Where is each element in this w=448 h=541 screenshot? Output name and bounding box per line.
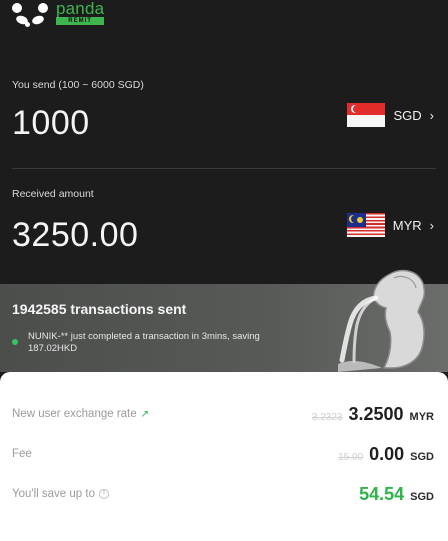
panda-icon bbox=[10, 2, 50, 30]
merlion-icon bbox=[338, 269, 426, 372]
quote-card: New user exchange rate ↗ 3.2323 3.2500 M… bbox=[0, 372, 448, 541]
status-dot-icon bbox=[12, 339, 18, 345]
savings-value: 54.54 bbox=[359, 483, 405, 504]
send-currency-selector[interactable]: SGD › bbox=[347, 103, 434, 127]
exchange-rate-row: New user exchange rate ↗ 3.2323 3.2500 M… bbox=[12, 400, 434, 428]
receive-currency-code: MYR bbox=[392, 217, 422, 233]
savings-label: You'll save up to bbox=[12, 488, 95, 500]
savings-row: You'll save up to ! 54.54 SGD bbox=[12, 480, 434, 508]
malaysia-flag-icon bbox=[346, 213, 385, 237]
transactions-count: 1942585 transactions sent bbox=[12, 301, 187, 317]
exchange-rate-label: New user exchange rate bbox=[12, 408, 137, 420]
chevron-right-icon: › bbox=[429, 217, 434, 233]
old-fee: 15.00 bbox=[338, 451, 364, 463]
receive-amount[interactable]: 3250.00 bbox=[12, 216, 138, 255]
transactions-banner: 1942585 transactions sent NUNIK-** just … bbox=[0, 269, 448, 372]
fee-label: Fee bbox=[12, 448, 32, 460]
exchange-rate-value: 3.2500 bbox=[348, 403, 404, 424]
old-exchange-rate: 3.2323 bbox=[311, 411, 343, 423]
fee-value: 0.00 bbox=[369, 443, 405, 464]
recent-activity-text: NUNIK-** just completed a transaction in… bbox=[28, 331, 260, 354]
send-label: You send (100 ~ 6000 SGD) bbox=[12, 79, 144, 91]
fee-row: Fee 15.00 0.00 SGD bbox=[12, 440, 434, 468]
divider bbox=[12, 168, 436, 169]
receive-currency-selector[interactable]: MYR › bbox=[346, 213, 434, 237]
exchange-rate-unit: MYR bbox=[409, 410, 434, 423]
converter-panel: panda REMIT You send (100 ~ 6000 SGD) 10… bbox=[0, 0, 448, 284]
singapore-flag-icon bbox=[347, 103, 386, 127]
brand-tag: REMIT bbox=[56, 17, 105, 25]
fee-unit: SGD bbox=[410, 450, 434, 463]
receive-label: Received amount bbox=[12, 188, 94, 200]
savings-unit: SGD bbox=[410, 490, 434, 503]
trend-up-icon: ↗ bbox=[140, 408, 150, 420]
chevron-right-icon: › bbox=[429, 107, 434, 123]
send-amount-input[interactable]: 1000 bbox=[12, 104, 90, 143]
send-currency-code: SGD bbox=[393, 107, 422, 123]
panda-remit-logo: panda REMIT bbox=[10, 0, 105, 30]
info-icon[interactable]: ! bbox=[98, 489, 109, 499]
brand-name: panda bbox=[56, 0, 105, 18]
